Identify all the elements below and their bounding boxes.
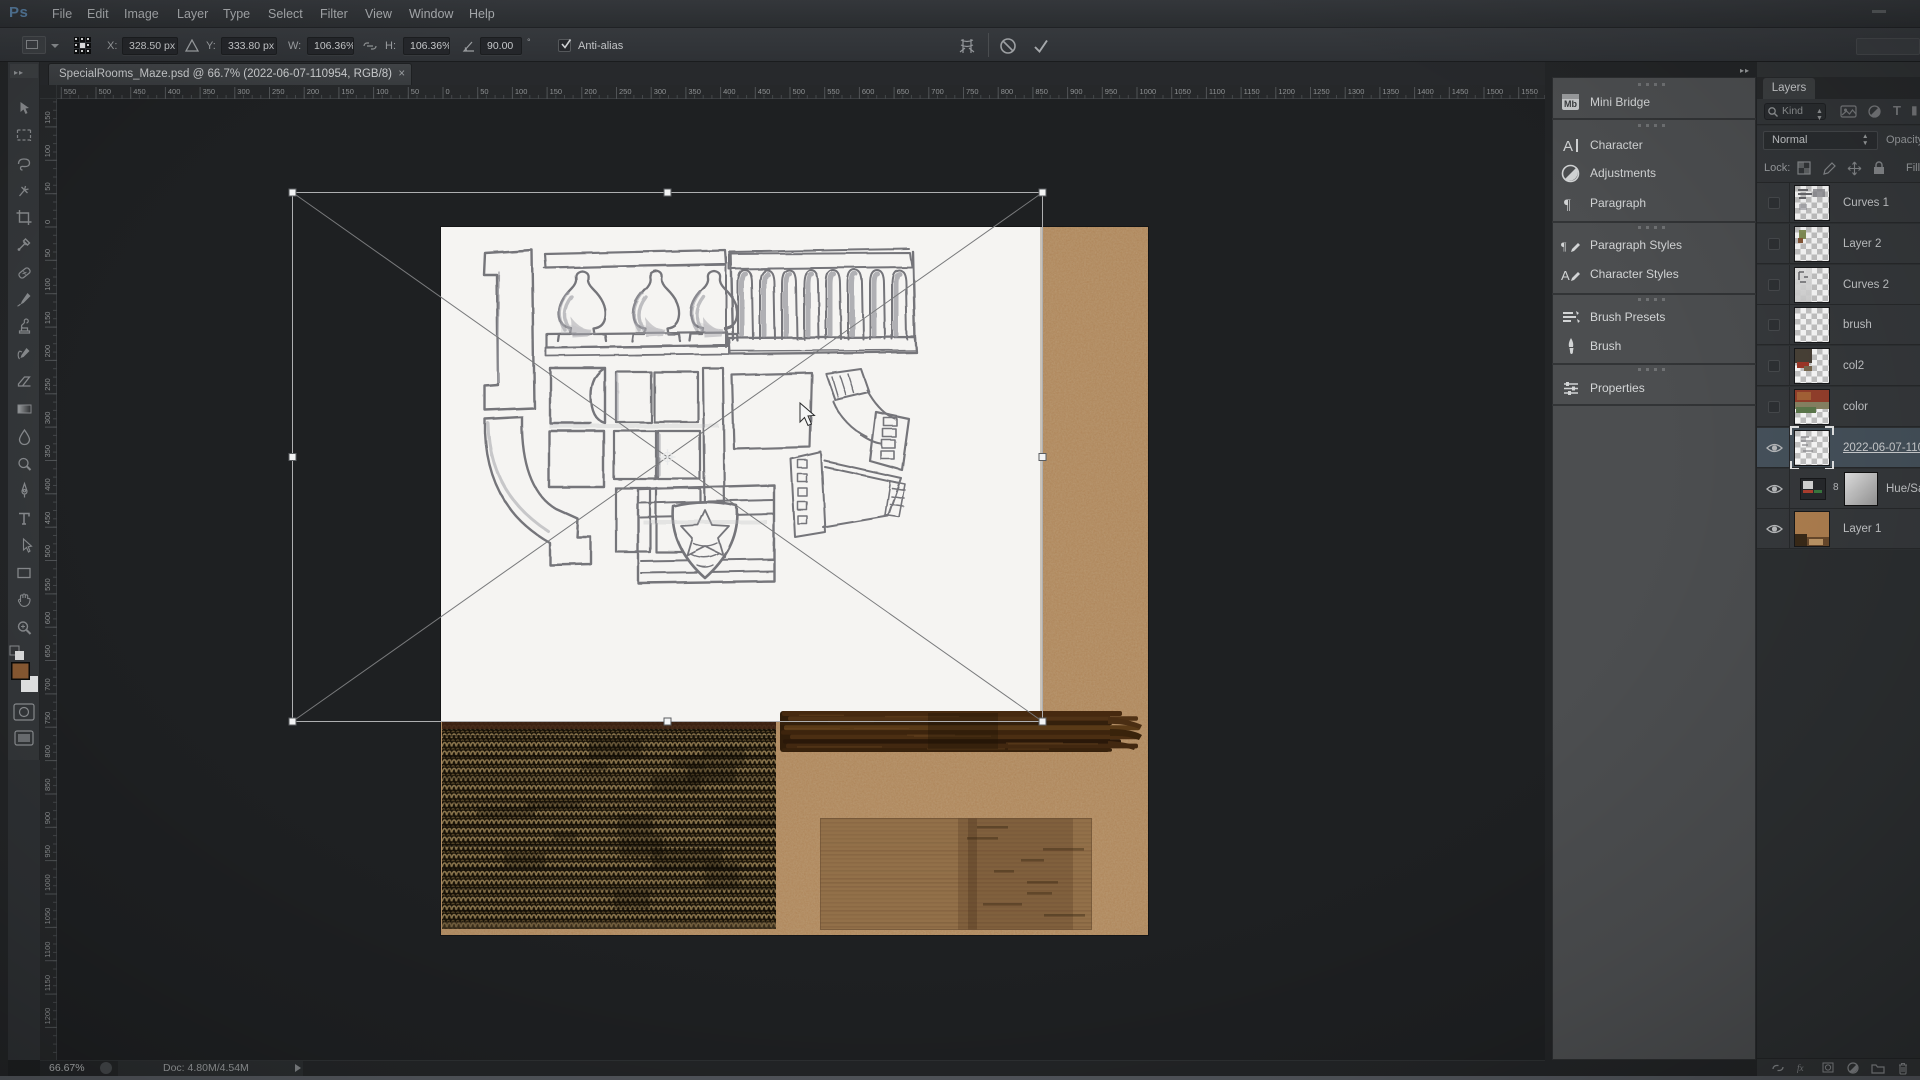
svg-text:150: 150 [550,87,563,96]
svg-text:650: 650 [897,87,910,96]
svg-text:500: 500 [43,545,52,558]
svg-text:300: 300 [43,412,52,425]
svg-text:150: 150 [43,312,52,325]
svg-text:A: A [1561,268,1570,283]
svg-text:900: 900 [43,812,52,825]
svg-text:50: 50 [480,87,488,96]
svg-text:250: 250 [272,87,285,96]
svg-text:200: 200 [307,87,320,96]
svg-text:0: 0 [43,220,52,224]
svg-text:950: 950 [1105,87,1118,96]
svg-text:50: 50 [411,87,419,96]
svg-text:250: 250 [619,87,632,96]
svg-text:300: 300 [237,87,250,96]
svg-text:50: 50 [43,182,52,190]
svg-text:450: 450 [43,512,52,525]
svg-text:750: 750 [966,87,979,96]
svg-text:850: 850 [1035,87,1048,96]
svg-text:700: 700 [43,678,52,691]
svg-text:1000: 1000 [43,874,52,891]
svg-text:fx: fx [1797,1063,1804,1073]
svg-text:600: 600 [43,612,52,625]
svg-text:1400: 1400 [1417,87,1434,96]
svg-text:50: 50 [43,249,52,257]
svg-text:350: 350 [43,445,52,458]
svg-text:150: 150 [341,87,354,96]
svg-text:350: 350 [203,87,216,96]
svg-text:1150: 1150 [43,975,52,991]
svg-text:1200: 1200 [43,1008,52,1025]
svg-text:100: 100 [43,145,52,158]
svg-text:750: 750 [43,712,52,725]
svg-text:1350: 1350 [1382,87,1399,96]
svg-text:¶: ¶ [1561,239,1567,253]
svg-text:350: 350 [688,87,701,96]
svg-text:500: 500 [793,87,806,96]
svg-text:550: 550 [827,87,840,96]
svg-text:200: 200 [43,345,52,358]
svg-text:500: 500 [99,87,112,96]
svg-text:1250: 1250 [1313,87,1330,96]
svg-text:A: A [1563,138,1573,155]
svg-text:700: 700 [931,87,944,96]
svg-text:400: 400 [168,87,181,96]
svg-text:950: 950 [43,845,52,858]
svg-text:800: 800 [1001,87,1014,96]
svg-text:250: 250 [43,378,52,391]
svg-text:0: 0 [446,87,450,96]
svg-text:900: 900 [1070,87,1083,96]
svg-text:300: 300 [654,87,667,96]
svg-text:1100: 1100 [1209,87,1225,96]
svg-text:1300: 1300 [1348,87,1365,96]
svg-text:1450: 1450 [1452,87,1469,96]
svg-text:600: 600 [862,87,875,96]
svg-text:1500: 1500 [1487,87,1504,96]
svg-text:100: 100 [376,87,389,96]
svg-text:1050: 1050 [43,908,52,925]
svg-text:450: 450 [133,87,146,96]
svg-text:1150: 1150 [1244,87,1260,96]
svg-text:¶: ¶ [1564,197,1571,213]
svg-text:650: 650 [43,645,52,658]
svg-text:400: 400 [43,478,52,491]
svg-text:1200: 1200 [1278,87,1295,96]
svg-text:800: 800 [43,745,52,758]
svg-text:400: 400 [723,87,736,96]
svg-text:1050: 1050 [1174,87,1191,96]
svg-text:450: 450 [758,87,771,96]
svg-text:1000: 1000 [1140,87,1157,96]
svg-text:Mb: Mb [1564,99,1577,109]
svg-text:200: 200 [584,87,597,96]
svg-text:1100: 1100 [43,942,52,958]
svg-text:550: 550 [64,87,77,96]
svg-text:150: 150 [43,111,52,124]
svg-text:1550: 1550 [1521,87,1538,96]
svg-text:100: 100 [43,278,52,291]
svg-text:550: 550 [43,578,52,591]
svg-text:100: 100 [515,87,528,96]
svg-text:850: 850 [43,778,52,791]
